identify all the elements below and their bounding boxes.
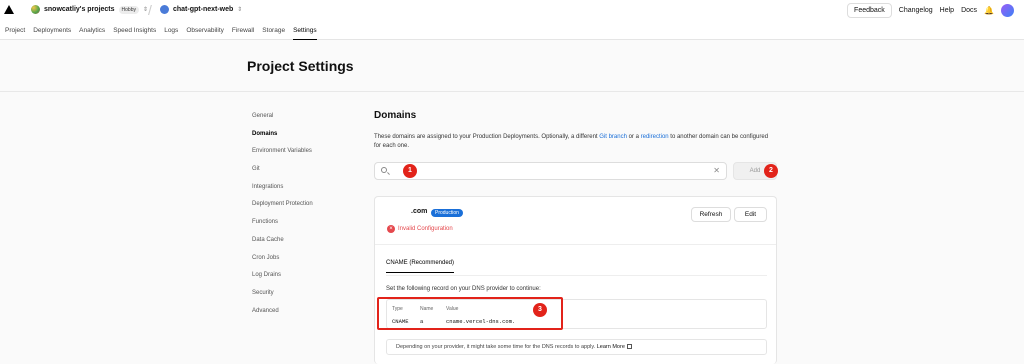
production-badge: Production	[431, 209, 463, 217]
team-switcher[interactable]: snowcatliy's projects Hobby ⇕	[31, 5, 148, 14]
edit-button[interactable]: Edit	[734, 207, 767, 222]
desc-text: or a	[626, 134, 641, 140]
sidebar-item-environment-variables[interactable]: Environment Variables	[252, 147, 313, 165]
domains-heading: Domains	[374, 110, 417, 121]
sidebar-item-security[interactable]: Security	[252, 289, 313, 307]
redirection-link[interactable]: redirection	[641, 134, 669, 140]
invalid-configuration-status: Invalid Configuration	[398, 226, 453, 232]
tab-project[interactable]: Project	[5, 22, 25, 40]
changelog-link[interactable]: Changelog	[899, 7, 933, 14]
project-name: chat-gpt-next-web	[173, 6, 234, 13]
project-switcher[interactable]: chat-gpt-next-web ⇕	[160, 5, 242, 14]
desc-text: These domains are assigned to your Produ…	[374, 134, 600, 140]
error-icon: ×	[387, 225, 395, 233]
sidebar-item-data-cache[interactable]: Data Cache	[252, 236, 313, 254]
domains-description: These domains are assigned to your Produ…	[374, 133, 774, 151]
top-bar: snowcatliy's projects Hobby ⇕ / chat-gpt…	[0, 0, 1024, 22]
domain-card: .com Production × Invalid Configuration …	[374, 196, 777, 364]
breadcrumb-separator: /	[148, 2, 152, 18]
sidebar-item-advanced[interactable]: Advanced	[252, 307, 313, 325]
tab-logs[interactable]: Logs	[164, 22, 178, 40]
domain-search-input[interactable]: ✕	[374, 162, 727, 180]
refresh-button[interactable]: Refresh	[691, 207, 731, 222]
tab-observability[interactable]: Observability	[186, 22, 224, 40]
annotation-marker-3: 3	[533, 303, 547, 317]
domain-card-header: .com Production × Invalid Configuration …	[375, 197, 776, 245]
sidebar-item-integrations[interactable]: Integrations	[252, 183, 313, 201]
external-link-icon	[626, 344, 632, 349]
chevron-updown-icon[interactable]: ⇕	[237, 6, 242, 13]
tab-speed-insights[interactable]: Speed Insights	[113, 22, 156, 40]
sidebar-item-functions[interactable]: Functions	[252, 218, 313, 236]
docs-link[interactable]: Docs	[961, 7, 977, 14]
sidebar-item-log-drains[interactable]: Log Drains	[252, 271, 313, 289]
clear-icon[interactable]: ✕	[713, 166, 720, 175]
annotation-marker-2: 2	[764, 164, 778, 178]
feedback-button[interactable]: Feedback	[847, 3, 892, 18]
tab-settings[interactable]: Settings	[293, 22, 317, 40]
vercel-logo-icon[interactable]	[4, 5, 14, 14]
tab-storage[interactable]: Storage	[262, 22, 285, 40]
notifications-bell-icon[interactable]: 🔔	[984, 6, 994, 15]
top-right-actions: Feedback Changelog Help Docs 🔔	[847, 3, 1014, 18]
tab-cname-recommended[interactable]: CNAME (Recommended)	[386, 260, 455, 273]
tab-firewall[interactable]: Firewall	[232, 22, 254, 40]
sidebar-item-git[interactable]: Git	[252, 165, 313, 183]
dns-instruction: Set the following record on your DNS pro…	[386, 286, 541, 292]
sidebar-item-domains[interactable]: Domains	[252, 130, 313, 148]
tab-divider	[386, 275, 767, 276]
tab-analytics[interactable]: Analytics	[79, 22, 105, 40]
note-text: Depending on your provider, it might tak…	[396, 344, 596, 350]
annotation-marker-1: 1	[403, 164, 417, 178]
tab-deployments[interactable]: Deployments	[33, 22, 71, 40]
sidebar-item-general[interactable]: General	[252, 112, 313, 130]
plan-badge: Hobby	[118, 5, 139, 14]
page-title: Project Settings	[247, 58, 354, 74]
sidebar-item-deployment-protection[interactable]: Deployment Protection	[252, 200, 313, 218]
project-tabs: Project Deployments Analytics Speed Insi…	[0, 22, 1024, 40]
help-link[interactable]: Help	[940, 7, 954, 14]
user-avatar[interactable]	[1001, 4, 1014, 17]
sidebar-item-cron-jobs[interactable]: Cron Jobs	[252, 254, 313, 272]
git-branch-link[interactable]: Git branch	[599, 134, 627, 140]
page-header	[0, 40, 1024, 92]
learn-more-link[interactable]: Learn More	[597, 344, 625, 350]
project-avatar	[160, 5, 169, 14]
domain-name[interactable]: .com	[411, 208, 427, 215]
team-avatar	[31, 5, 40, 14]
search-icon	[381, 167, 387, 173]
dns-propagation-note: Depending on your provider, it might tak…	[386, 339, 767, 355]
settings-sidebar: General Domains Environment Variables Gi…	[252, 112, 313, 324]
team-name: snowcatliy's projects	[44, 6, 115, 13]
